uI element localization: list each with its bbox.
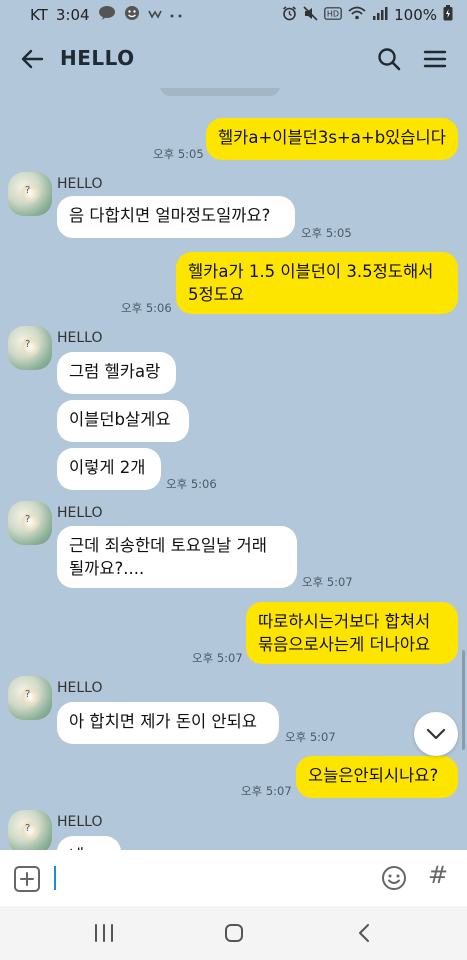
svg-text:HD: HD [327,9,339,18]
message-text: 따로하시는거보다 합쳐서 [258,612,431,631]
app-bar: HELLO [0,30,467,88]
message-text: 될까요?.... [69,559,145,578]
message-text: 5정도요 [188,285,245,304]
message-text: 이렇게 2개 [69,458,146,477]
chat-title: HELLO [60,46,135,70]
avatar[interactable]: ? [8,810,52,850]
their-message-bubble[interactable]: 음 다합치면 얼마정도일까요? [57,196,295,238]
message-text: 묶음으로사는게 더나아요 [258,635,431,654]
search-icon [378,48,401,71]
system-nav-bar [0,906,467,960]
message-text: 헬카a가 1.5 이블던이 3.5정도해서 [188,262,434,281]
message-text: 헬카a+이블던3s+a+b있습니다 [218,128,446,147]
hd-icon: HD [324,6,342,23]
menu-button[interactable] [420,44,450,74]
sender-name: HELLO [57,680,103,696]
wifi-icon [348,6,366,23]
plus-square-icon [20,872,34,886]
avatar[interactable]: ? [8,676,52,720]
message-text: 아 합치면 제가 돈이 안되요 [69,712,257,731]
message-time: 오후 5:07 [192,651,243,665]
my-message-bubble[interactable]: 따로하시는거보다 합쳐서 묶음으로사는게 더나아요 [246,602,458,664]
their-message-bubble[interactable]: 이렇게 2개 [57,448,161,490]
their-message-bubble[interactable]: 그럼 헬카a랑 [57,352,176,394]
chat-area[interactable]: 오후 5:05 헬카a+이블던3s+a+b있습니다 ? HELLO 음 다합치면… [0,88,467,850]
emoji-icon [382,866,406,890]
mute-icon [303,5,318,24]
back-button[interactable] [18,44,48,74]
scroll-to-bottom-button[interactable] [414,712,458,756]
message-text: 근데 죄송한데 토요일날 거래 [69,536,267,555]
search-button[interactable] [374,44,404,74]
sender-name: HELLO [57,814,103,830]
hashtag-button[interactable]: # [428,861,448,889]
previous-message-stub [160,88,280,96]
talk-icon [98,6,116,23]
battery-percent: 100% [394,5,437,24]
recent-apps-button[interactable] [90,920,118,946]
my-message-bubble[interactable]: 헬카a+이블던3s+a+b있습니다 [206,118,458,160]
their-message-bubble[interactable]: 아 합치면 제가 돈이 안되요 [57,702,279,744]
message-time: 오후 5:05 [153,147,204,161]
message-text: 그럼 헬카a랑 [69,362,161,381]
smiley-icon [124,5,140,24]
chevron-down-icon [426,728,446,740]
their-message-bubble[interactable]: 근데 죄송한데 토요일날 거래 될까요?.... [57,526,297,588]
message-text: 음 다합치면 얼마정도일까요? [69,206,271,225]
hamburger-icon [423,50,447,68]
message-text: 이블던b살게요 [69,410,171,429]
w-icon [147,8,162,22]
avatar[interactable]: ? [8,172,52,216]
back-nav-button[interactable] [350,920,378,946]
clock: 3:04 [55,5,90,24]
more-dots-icon [170,8,182,22]
home-button[interactable] [220,920,248,946]
their-message-bubble[interactable]: 네 [57,836,121,850]
message-time: 오후 5:07 [241,784,292,798]
status-bar: KT 3:04 HD 100% [0,0,467,30]
avatar[interactable]: ? [8,501,52,545]
battery-icon [443,5,453,24]
emoji-button[interactable] [381,865,407,891]
signal-icon [372,6,388,23]
message-time: 오후 5:07 [285,730,336,744]
message-input-bar: # [0,850,467,906]
message-time: 오후 5:06 [121,301,172,315]
scrollbar[interactable] [462,650,465,750]
message-time: 오후 5:07 [302,575,353,589]
sender-name: HELLO [57,176,103,192]
their-message-bubble[interactable]: 이블던b살게요 [57,400,189,442]
carrier-label: KT [30,5,48,24]
message-input[interactable] [54,866,56,890]
my-message-bubble[interactable]: 헬카a가 1.5 이블던이 3.5정도해서 5정도요 [176,252,458,314]
recent-apps-icon [95,924,113,942]
sender-name: HELLO [57,505,103,521]
sender-name: HELLO [57,330,103,346]
back-icon [359,924,369,942]
message-time: 오후 5:06 [166,477,217,491]
message-time: 오후 5:05 [301,226,352,240]
my-message-bubble[interactable]: 오늘은안되시나요? [296,756,458,798]
home-icon [225,924,243,942]
arrow-left-icon [21,49,44,69]
avatar[interactable]: ? [8,326,52,370]
alarm-icon [282,5,297,24]
message-text: 오늘은안되시나요? [308,766,439,785]
attach-button[interactable] [14,866,40,892]
